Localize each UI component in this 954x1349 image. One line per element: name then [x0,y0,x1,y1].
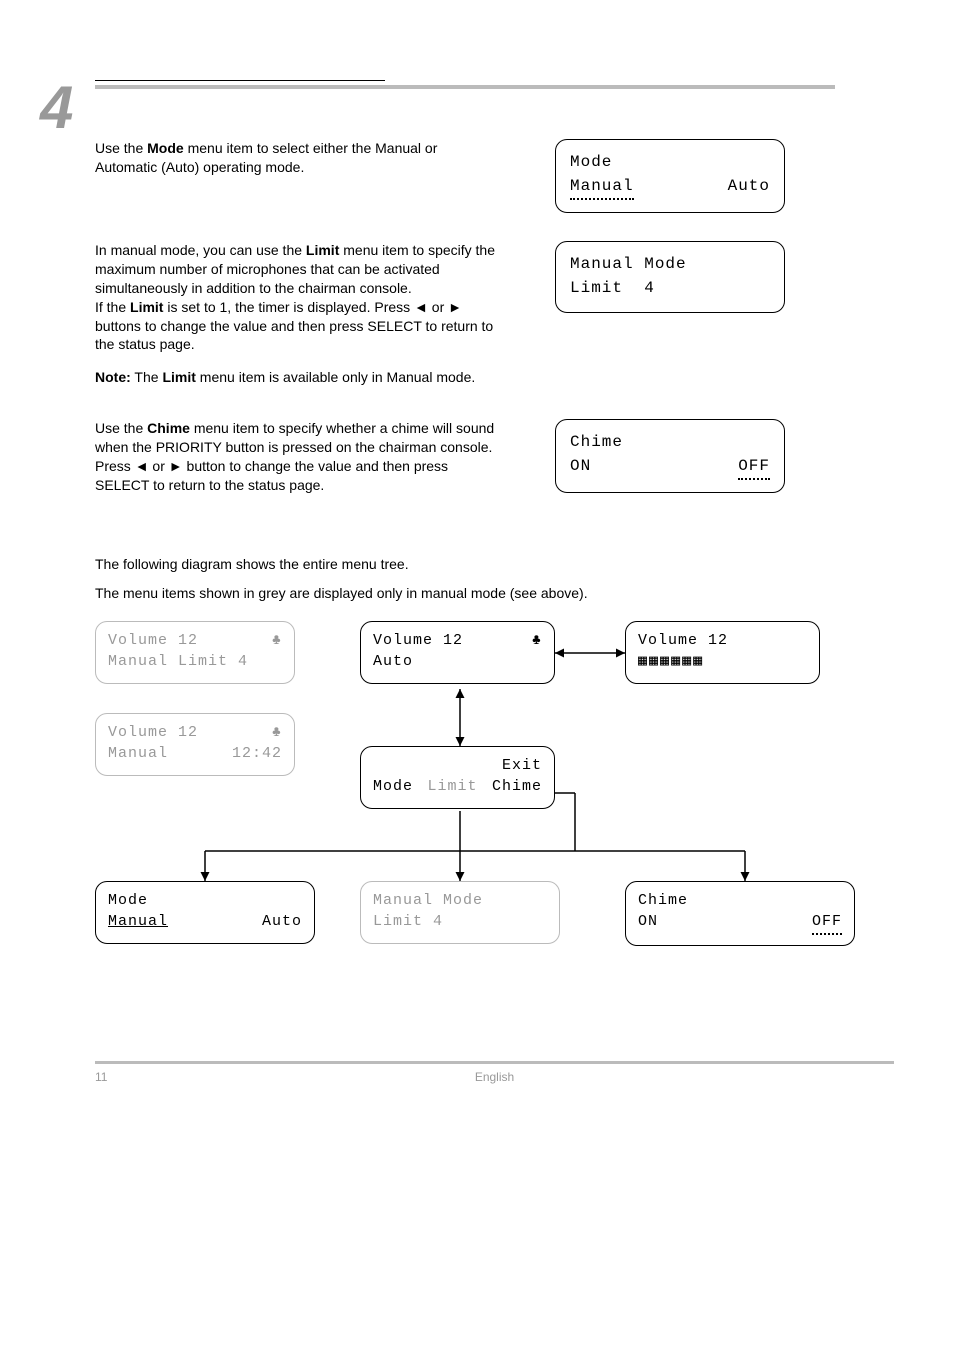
chime-paragraph: Use the Chime menu item to specify wheth… [95,419,495,495]
lcd-option-manual: Manual [570,174,634,200]
person-icon: ♣ [272,630,282,652]
header-lines [95,80,894,89]
arrow-right-icon: ► [169,458,183,474]
status-box-auto: Volume 12♣ Auto [360,621,555,685]
lcd-title: Chime [570,430,770,454]
lcd-title: Mode [570,150,770,174]
mode-paragraph: Use the Mode menu item to select either … [95,139,495,177]
volume-bars-icon: ▦▦▦▦▦▦ [638,651,807,673]
limit-text: In manual mode, you can use the Limit me… [95,241,495,387]
diagram-intro2: The menu items shown in grey are display… [95,584,855,603]
limit-section: In manual mode, you can use the Limit me… [95,241,894,387]
status-box-manual-timer: Volume 12♣ Manual12:42 [95,713,295,777]
menu-manual-mode-box: Manual Mode Limit 4 [360,881,560,945]
menu-exit-box: Exit Mode Limit Chime [360,746,555,810]
lcd-option-off: OFF [738,454,770,480]
chime-lcd: Chime ON OFF [555,419,785,493]
arrow-right-icon: ► [448,299,462,315]
mode-lcd: Mode Manual Auto [555,139,785,213]
lcd-limit-value: 4 [644,279,655,297]
status-box-manual-limit: Volume 12♣ Manual Limit 4 [95,621,295,685]
status-box-volume-bars: Volume 12 ▦▦▦▦▦▦ [625,621,820,685]
lcd-option-auto: Auto [728,174,770,200]
arrow-left-icon: ◄ [414,299,428,315]
arrow-left-icon: ◄ [135,458,149,474]
page-number: 11 [95,1070,145,1084]
menu-tree-section: The following diagram shows the entire m… [95,555,855,961]
menu-mode-box: Mode Manual Auto [95,881,315,945]
limit-lcd: Manual Mode Limit 4 [555,241,785,313]
diagram-intro1: The following diagram shows the entire m… [95,555,855,574]
lcd-option-on: ON [570,454,591,480]
lcd-title: Manual Mode [570,252,770,276]
page-footer: 11 English [95,1061,894,1084]
footer-language: English [145,1070,844,1084]
menu-tree-diagram: Volume 12♣ Manual Limit 4 Volume 12♣ Man… [95,621,855,961]
mode-section: Use the Mode menu item to select either … [95,139,894,213]
chapter-number: 4 [40,78,73,138]
person-icon: ♣ [272,722,282,744]
chime-section: Use the Chime menu item to specify wheth… [95,419,894,495]
lcd-limit-label: Limit [570,279,623,297]
person-icon: ♣ [532,630,542,652]
menu-chime-box: Chime ON OFF [625,881,855,947]
